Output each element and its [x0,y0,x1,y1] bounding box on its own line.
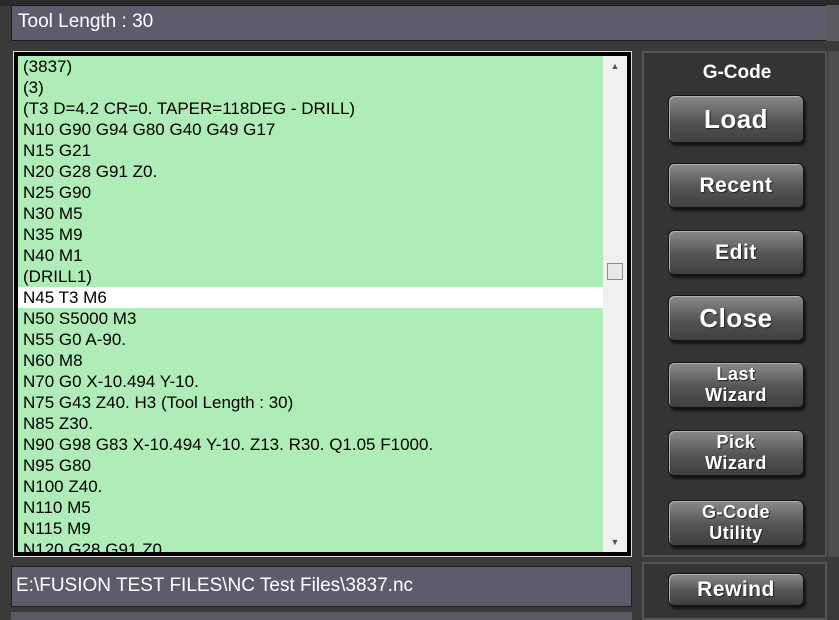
gcode-line[interactable]: N115 M9 [18,518,603,539]
gcode-listing-panel: (3837) (3) (T3 D=4.2 CR=0. TAPER=118DEG - … [13,51,632,557]
gcode-line[interactable]: N35 M9 [18,224,603,245]
file-path-text: E:\FUSION TEST FILES\NC Test Files\3837.… [16,575,414,596]
close-button[interactable]: Close [668,295,804,341]
gcode-line[interactable]: (3837) [18,56,603,77]
gcode-line[interactable]: N20 G28 G91 Z0. [18,161,603,182]
gcode-lines: (3837) (3) (T3 D=4.2 CR=0. TAPER=118DEG - … [18,56,603,552]
gcode-line[interactable]: N60 M8 [18,350,603,371]
gcode-line[interactable]: N70 G0 X-10.494 Y-10. [18,371,603,392]
rewind-button-label: Rewind [697,577,775,601]
recent-button-label: Recent [699,173,773,197]
gcode-line[interactable]: N95 G80 [18,455,603,476]
right-edge [828,51,839,557]
gcode-line[interactable]: N100 Z40. [18,476,603,497]
close-button-label: Close [699,302,773,333]
last-wizard-label-line2: Wizard [705,385,767,405]
gcode-line[interactable]: (3) [18,77,603,98]
gcode-line[interactable]: N15 G21 [18,140,603,161]
gcode-line[interactable]: N110 M5 [18,497,603,518]
gcode-line[interactable]: (T3 D=4.2 CR=0. TAPER=118DEG - DRILL) [18,98,603,119]
gcode-line[interactable]: N25 G90 [18,182,603,203]
gcode-line[interactable]: N50 S5000 M3 [18,308,603,329]
gcode-line[interactable]: N85 Z30. [18,413,603,434]
load-button-label: Load [703,103,769,134]
bottom-strip [11,612,632,620]
scroll-thumb[interactable] [607,263,623,280]
gcode-line[interactable]: N45 T3 M6 [18,287,603,308]
status-title-text: Tool Length : 30 [18,11,154,32]
last-wizard-button[interactable]: Last Wizard [668,362,804,408]
gcode-line[interactable]: N90 G98 G83 X-10.494 Y-10. Z13. R30. Q1.… [18,434,603,455]
gcode-utility-label-line1: G-Code [702,502,770,522]
recent-button[interactable]: Recent [668,163,804,208]
gcode-utility-button[interactable]: G-Code Utility [668,500,804,546]
gcode-utility-label-line2: Utility [709,523,763,543]
gcode-line[interactable]: N120 G28 G91 Z0. [18,539,603,552]
rewind-button[interactable]: Rewind [668,573,804,606]
load-button[interactable]: Load [668,95,804,143]
vertical-scrollbar[interactable]: ▲ ▼ [603,56,627,552]
gcode-listing[interactable]: (3837) (3) (T3 D=4.2 CR=0. TAPER=118DEG - … [18,56,627,552]
title-bar-end [826,5,839,41]
gcode-line[interactable]: N30 M5 [18,203,603,224]
scroll-down-icon[interactable]: ▼ [603,532,627,552]
pick-wizard-label-line2: Wizard [705,453,767,473]
gcode-line[interactable]: N10 G90 G94 G80 G40 G49 G17 [18,119,603,140]
last-wizard-label-line1: Last [716,364,756,384]
pick-wizard-label-line1: Pick [716,432,756,452]
gcode-panel-heading: G-Code [702,62,772,83]
gcode-line[interactable]: N55 G0 A-90. [18,329,603,350]
gcode-line[interactable]: N75 G43 Z40. H3 (Tool Length : 30) [18,392,603,413]
gcode-line[interactable]: (DRILL1) [18,266,603,287]
file-path-bar: E:\FUSION TEST FILES\NC Test Files\3837.… [11,566,632,607]
pick-wizard-button[interactable]: Pick Wizard [668,430,804,476]
gcode-line[interactable]: N40 M1 [18,245,603,266]
edit-button[interactable]: Edit [668,230,804,275]
status-title-bar: Tool Length : 30 [11,5,839,41]
scroll-up-icon[interactable]: ▲ [603,56,627,76]
edit-button-label: Edit [715,240,757,264]
